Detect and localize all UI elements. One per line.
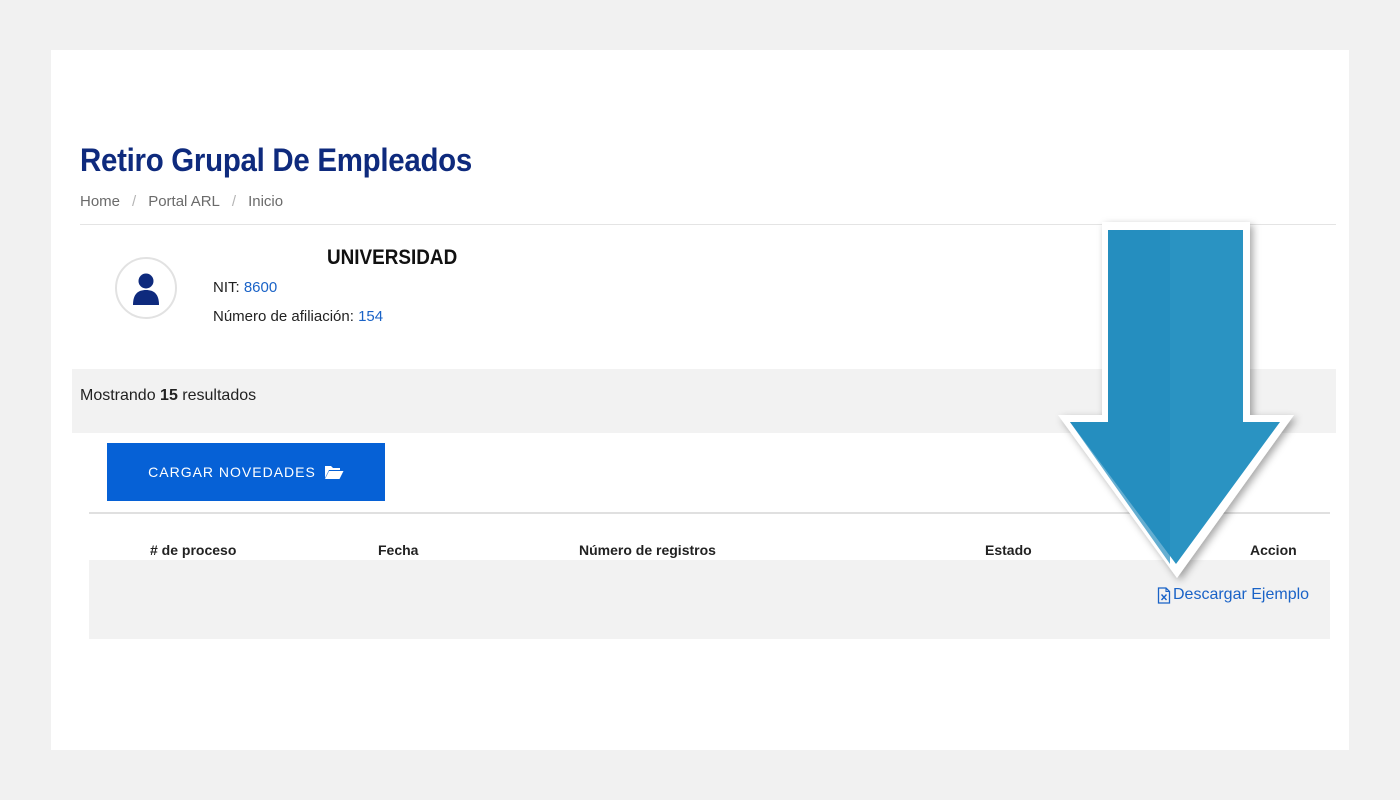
breadcrumb-separator: / (132, 193, 137, 210)
cargar-novedades-button[interactable]: CARGAR NOVEDADES (107, 443, 385, 501)
results-count: 15 (160, 387, 178, 404)
company-name: UNIVERSIDAD (327, 246, 458, 269)
breadcrumb: Home / Portal ARL / Inicio (80, 193, 283, 210)
breadcrumb-separator: / (231, 193, 237, 210)
page-title: Retiro Grupal De Empleados (80, 142, 472, 178)
afiliacion-value: 154 (358, 308, 384, 325)
nit-label: NIT: (213, 279, 240, 296)
results-prefix: Mostrando (80, 387, 156, 404)
results-summary: Mostrando 15 resultados (80, 387, 256, 405)
afiliacion-label: Número de afiliación: (213, 308, 354, 325)
column-header-fecha: Fecha (378, 542, 419, 558)
column-header-proceso: # de proceso (150, 542, 237, 558)
breadcrumb-inicio: Inicio (248, 193, 284, 210)
cargar-novedades-label: CARGAR NOVEDADES (148, 464, 316, 480)
breadcrumb-portal-arl[interactable]: Portal ARL (148, 193, 220, 210)
nit-value: 8600 (243, 279, 278, 296)
avatar (115, 257, 177, 319)
company-afiliacion: Número de afiliación: 154 (213, 308, 383, 325)
column-header-registros: Número de registros (579, 542, 716, 558)
results-suffix: resultados (182, 387, 257, 404)
folder-open-icon (324, 466, 344, 479)
arrow-down-icon (1058, 222, 1294, 578)
company-nit: NIT: 8600 (213, 279, 277, 296)
breadcrumb-home[interactable]: Home (80, 193, 120, 210)
user-icon (133, 273, 159, 305)
column-header-estado: Estado (985, 542, 1032, 558)
